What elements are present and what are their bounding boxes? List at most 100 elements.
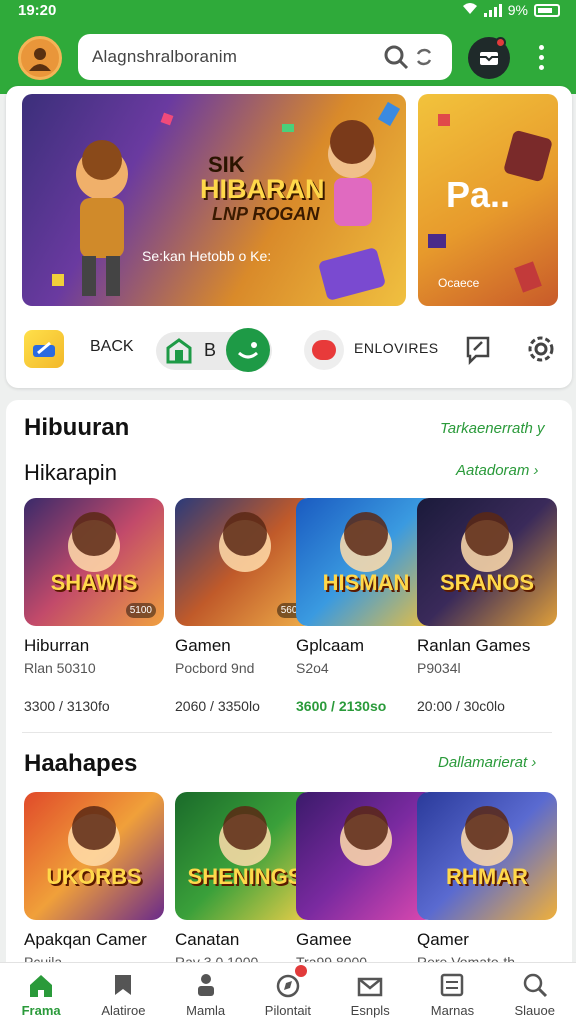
game-tile-text: SHAWIS (50, 570, 138, 595)
dot-icon (538, 64, 544, 70)
nav-label: Alatiroe (101, 1003, 146, 1018)
game-name: Hiburran (24, 636, 90, 655)
banner-line-3: LNP ROGAN (212, 204, 320, 224)
game-thumbnail[interactable]: RHMAR (417, 792, 557, 920)
game-tile-text: HISMAN (322, 570, 410, 595)
section-title: Hibuuran (24, 414, 130, 441)
nav-label: Pilontait (264, 1003, 312, 1018)
game-card[interactable]: SHENINGSCanatanRav 3.0 1000 (175, 792, 315, 970)
app-shortcut-icon[interactable] (24, 330, 64, 368)
signal-icon (483, 3, 502, 17)
section-link[interactable]: Tarkaenerrath y (440, 420, 545, 437)
nav-item-list[interactable]: Marnas (411, 963, 493, 1024)
subsection-link[interactable]: Aatadoram › (456, 462, 539, 479)
game-tile-text: UKORBS (46, 864, 142, 889)
search-bar[interactable]: Alagnshralboranim (78, 34, 452, 80)
nav-item-mail[interactable]: Esnpls (329, 963, 411, 1024)
back-button[interactable]: BACK (90, 338, 134, 356)
play-button[interactable] (226, 328, 270, 372)
bottom-navigation: Frama Alatiroe Mamla Pilontait Esnpls Marnas S… (0, 962, 576, 1024)
home-icon (30, 975, 53, 997)
game-name: Gamen (175, 636, 231, 655)
featured-banner[interactable]: SIK HIBARAN LNP ROGAN Se:kan Hetobb o Ke… (22, 94, 406, 306)
game-thumbnail[interactable]: 5600 (175, 498, 315, 626)
status-time: 19:20 (18, 2, 57, 19)
game-price: 2060 / 3350lo (175, 698, 260, 714)
game-card[interactable]: HISMAN Gplcaam S2o4 3600 / 2130so (296, 498, 436, 714)
section-title: Haahapes (24, 750, 138, 777)
search-icon[interactable] (382, 43, 410, 71)
game-name: Apakqan Camer (24, 930, 147, 949)
list-icon (441, 973, 464, 997)
game-thumbnail[interactable] (296, 792, 436, 920)
game-price: 3600 / 2130so (296, 698, 387, 714)
search-input[interactable]: Alagnshralboranim (92, 47, 382, 67)
nav-item-compass[interactable]: Pilontait (247, 963, 329, 1024)
section-divider (22, 732, 552, 733)
profile-avatar[interactable] (18, 36, 62, 80)
secondary-banner[interactable]: Pa.. Ocaece (418, 94, 558, 306)
game-card[interactable]: UKORBSApakqan CamerPcuila... (24, 792, 164, 970)
game-artwork (461, 512, 513, 572)
nav-label: Mamla (186, 1003, 226, 1018)
game-price: 20:00 / 30c0lo (417, 698, 505, 714)
wifi-icon (462, 2, 478, 18)
nav-label: Marnas (430, 1003, 475, 1018)
game-artwork (68, 806, 120, 866)
bookmark-icon (115, 975, 132, 995)
game-artwork (461, 806, 513, 866)
secondary-banner-title: Pa.. (446, 174, 511, 215)
refresh-icon[interactable] (410, 43, 438, 71)
counter-value: B (204, 340, 217, 360)
game-tile-text: RHMAR (446, 864, 528, 889)
game-meta: S2o4 (296, 660, 329, 676)
game-name: Qamer (417, 930, 469, 949)
banner-subtitle: Se:kan Hetobb o Ke: (142, 248, 272, 264)
game-meta: Rlan 50310 (24, 660, 96, 676)
game-card[interactable]: SRANOS Ranlan Games P9034l 20:00 / 30c0lo (417, 498, 557, 714)
game-card[interactable]: RHMARQamerRere Vomato-th (417, 792, 557, 970)
game-thumbnail[interactable]: SRANOS (417, 498, 557, 626)
battery-percent: 9% (507, 2, 528, 18)
game-card[interactable]: 5600 Gamen Pocbord 9nd 2060 / 3350lo (175, 498, 315, 714)
game-card[interactable]: SHAWIS 5100 Hiburran Rlan 50310 3300 / 3130f… (24, 498, 164, 714)
mail-icon (357, 977, 383, 997)
game-tag: 5100 (125, 603, 156, 618)
share-icon[interactable] (462, 332, 494, 366)
nav-item-bookmark[interactable]: Alatiroe (82, 963, 164, 1024)
dot-icon (538, 54, 544, 60)
game-thumbnail[interactable]: SHENINGS (175, 792, 315, 920)
subsection-title: Hikarapin (24, 460, 117, 485)
gear-icon[interactable] (524, 332, 558, 366)
quick-actions-row: BACK B ENLOVIRES (22, 326, 562, 372)
game-name: Ranlan Games (417, 636, 531, 655)
game-artwork (219, 806, 271, 866)
game-thumbnail[interactable]: UKORBS (24, 792, 164, 920)
nav-item-home[interactable]: Frama (0, 963, 82, 1024)
game-card[interactable]: GameeTra99 8000 (296, 792, 436, 970)
counter-pill[interactable]: B (156, 328, 272, 372)
battery-icon (534, 3, 560, 17)
inbox-button[interactable] (468, 37, 510, 79)
banner-title: HIBARAN (200, 174, 325, 204)
person-icon (197, 974, 214, 996)
game-name: Canatan (175, 930, 240, 949)
nav-label: Esnpls (350, 1003, 390, 1018)
overflow-menu-button[interactable] (532, 42, 550, 72)
dot-icon (538, 44, 544, 50)
game-artwork (340, 512, 392, 572)
home-outline-icon (166, 338, 192, 364)
inbox-icon (480, 52, 498, 65)
game-thumbnail[interactable]: SHAWIS 5100 (24, 498, 164, 626)
events-label[interactable]: ENLOVIRES (354, 340, 439, 356)
nav-item-search[interactable]: Slauoe (494, 963, 576, 1024)
game-artwork (340, 806, 392, 866)
app-header: 19:20 9% Alagnshralboranim (0, 0, 576, 94)
events-icon[interactable] (304, 330, 344, 370)
section-link[interactable]: Dallamarierat › (438, 754, 536, 771)
game-thumbnail[interactable]: HISMAN (296, 498, 436, 626)
nav-badge (294, 965, 307, 977)
nav-item-person[interactable]: Mamla (165, 963, 247, 1024)
user-icon (29, 48, 51, 71)
game-tile-text: SRANOS (439, 570, 535, 595)
